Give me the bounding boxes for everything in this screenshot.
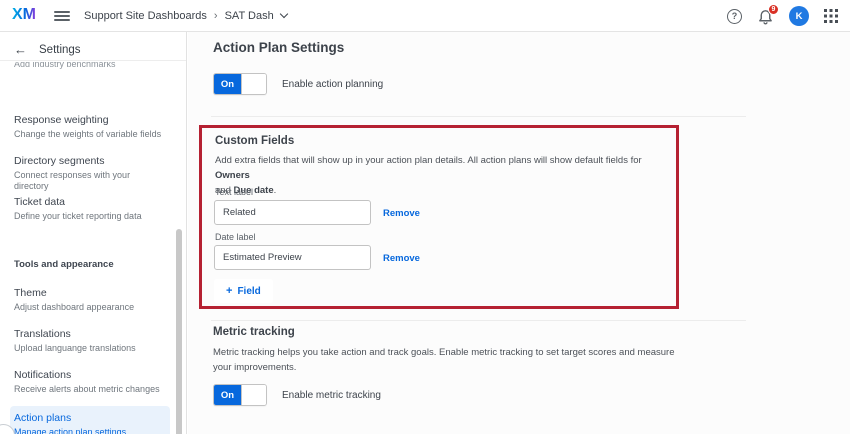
- desc-bold-owners: Owners: [215, 170, 250, 181]
- topbar: XM Support Site Dashboards › SAT Dash ? …: [0, 0, 850, 32]
- custom-fields-heading: Custom Fields: [215, 135, 294, 147]
- sidebar-item-translations[interactable]: Translations Upload languange translatio…: [14, 328, 164, 354]
- notifications-button[interactable]: 9: [757, 8, 774, 25]
- sidebar-item-clipped[interactable]: Add industry benchmarks: [14, 62, 116, 71]
- toggle-on-label: On: [214, 385, 241, 405]
- topbar-actions: ? 9 K: [727, 0, 838, 32]
- help-icon[interactable]: ?: [727, 9, 742, 24]
- breadcrumb-current[interactable]: SAT Dash: [225, 10, 274, 22]
- enable-action-planning-label: Enable action planning: [282, 79, 383, 90]
- sidebar-item-notifications[interactable]: Notifications Receive alerts about metri…: [14, 369, 164, 395]
- nav-item-desc: Change the weights of variable fields: [14, 129, 164, 140]
- text-label-field-label: Text label: [215, 187, 253, 197]
- metric-tracking-heading: Metric tracking: [213, 326, 295, 338]
- toggle-on-label: On: [214, 74, 241, 94]
- desc-text: Metric tracking helps you take action an…: [213, 347, 675, 358]
- back-to-settings[interactable]: ← Settings: [14, 42, 81, 57]
- enable-metric-tracking-label: Enable metric tracking: [282, 390, 381, 401]
- section-divider: [211, 116, 746, 117]
- sidebar-item-action-plans[interactable]: Action plans Manage action plan settings: [10, 406, 170, 434]
- sidebar-scrollbar[interactable]: [176, 229, 182, 434]
- breadcrumb: Support Site Dashboards › SAT Dash: [84, 0, 287, 32]
- toggle-handle: [241, 74, 266, 94]
- enable-metric-tracking-toggle[interactable]: On: [213, 384, 267, 406]
- hamburger-menu-icon[interactable]: [54, 11, 70, 21]
- sidebar-title: Settings: [39, 44, 81, 56]
- nav-item-desc: Adjust dashboard appearance: [14, 302, 164, 313]
- nav-item-label: Ticket data: [14, 196, 164, 208]
- metric-tracking-description: Metric tracking helps you take action an…: [213, 345, 683, 375]
- xm-logo[interactable]: XM: [12, 6, 36, 24]
- notification-badge: 9: [768, 4, 779, 15]
- action-plan-settings-panel: Action Plan Settings On Enable action pl…: [188, 32, 850, 434]
- nav-item-label: Notifications: [14, 369, 164, 381]
- desc-text: Add extra fields that will show up in yo…: [215, 155, 642, 166]
- sidebar-section-tools-and-appearance: Tools and appearance: [14, 259, 114, 270]
- section-divider: [211, 320, 746, 321]
- nav-item-desc: Manage action plan settings: [14, 427, 170, 434]
- add-field-label: Field: [237, 286, 260, 297]
- nav-item-desc: Connect responses with your directory: [14, 170, 164, 192]
- add-field-button[interactable]: + Field: [214, 279, 273, 303]
- sidebar-item-directory-segments[interactable]: Directory segments Connect responses wit…: [14, 155, 164, 192]
- back-arrow-icon: ←: [14, 42, 27, 57]
- nav-item-desc: Upload languange translations: [14, 343, 164, 354]
- sidebar-item-ticket-data[interactable]: Ticket data Define your ticket reporting…: [14, 196, 164, 222]
- toggle-handle: [241, 385, 266, 405]
- nav-item-label: Theme: [14, 287, 164, 299]
- breadcrumb-separator-icon: ›: [214, 10, 218, 22]
- page-title: Action Plan Settings: [213, 40, 344, 55]
- settings-nav-list: Add industry benchmarks Response weighti…: [0, 60, 186, 434]
- remove-date-field-link[interactable]: Remove: [383, 253, 420, 264]
- nav-item-desc: Define your ticket reporting data: [14, 211, 164, 222]
- nav-item-desc: Receive alerts about metric changes: [14, 384, 164, 395]
- sidebar-item-theme[interactable]: Theme Adjust dashboard appearance: [14, 287, 164, 313]
- date-label-input[interactable]: [214, 245, 371, 270]
- remove-text-field-link[interactable]: Remove: [383, 208, 420, 219]
- nav-item-label: Translations: [14, 328, 164, 340]
- chevron-down-icon[interactable]: [279, 10, 287, 18]
- nav-item-label: Response weighting: [14, 114, 164, 126]
- desc-text: your improvements.: [213, 362, 296, 373]
- avatar[interactable]: K: [789, 6, 809, 26]
- sidebar-item-response-weighting[interactable]: Response weighting Change the weights of…: [14, 114, 164, 140]
- nav-item-label: Action plans: [14, 412, 170, 424]
- settings-sidebar: ← Settings Add industry benchmarks Respo…: [0, 32, 187, 434]
- custom-fields-description: Add extra fields that will show up in yo…: [215, 153, 675, 198]
- text-label-input[interactable]: [214, 200, 371, 225]
- date-label-field-label: Date label: [215, 232, 256, 242]
- enable-action-planning-toggle[interactable]: On: [213, 73, 267, 95]
- apps-grid-icon[interactable]: [824, 9, 838, 23]
- desc-text: .: [274, 185, 277, 196]
- plus-icon: +: [226, 285, 232, 297]
- nav-item-label: Directory segments: [14, 155, 164, 167]
- breadcrumb-root[interactable]: Support Site Dashboards: [84, 10, 207, 22]
